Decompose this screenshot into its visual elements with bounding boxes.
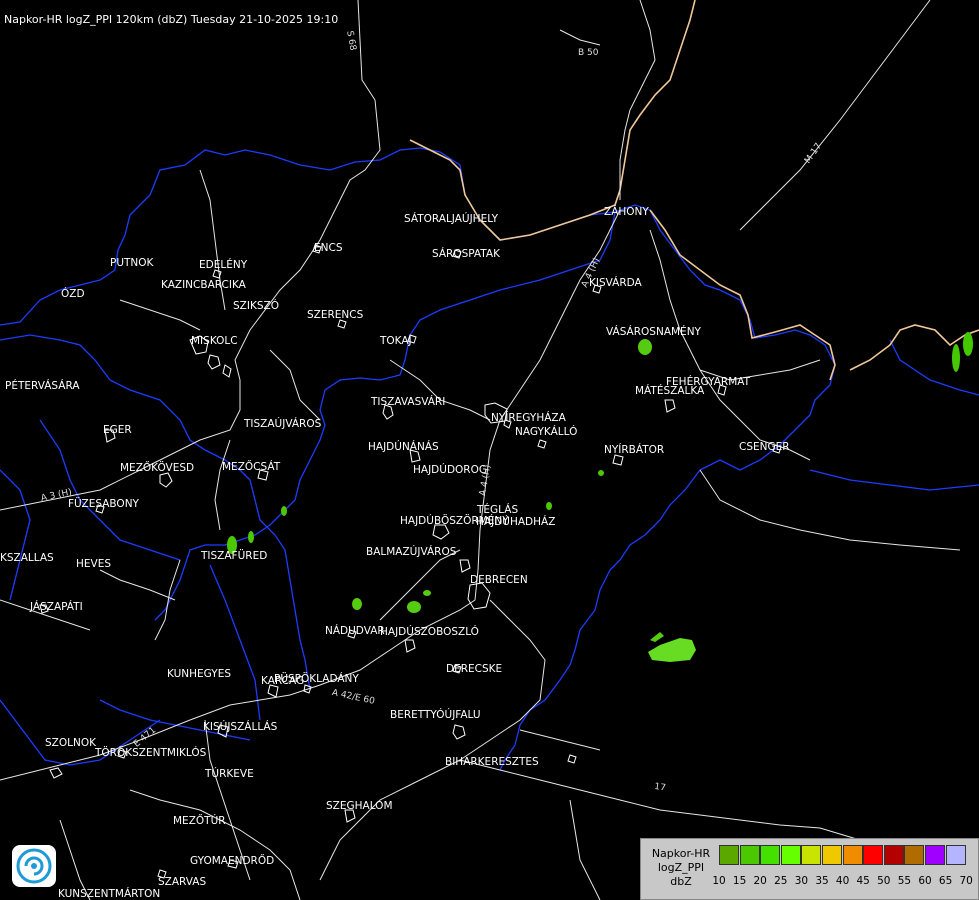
city-label: TISZAÚJVÁROS [244, 418, 322, 430]
city-label: VÁSÁROSNAMÉNY [606, 326, 701, 338]
legend-swatch [760, 845, 781, 865]
city-label: BALMAZÚJVÁROS [366, 546, 457, 558]
city-label: KISVÁRDA [589, 277, 642, 289]
legend-tick: 10 [712, 875, 726, 887]
legend-swatch [842, 845, 863, 865]
city-label: NAGYKÁLLÓ [515, 426, 578, 438]
road-label: B 50 [578, 48, 599, 58]
city-label: ENCS [314, 242, 343, 254]
city-label: KUNHEGYES [167, 668, 231, 680]
city-label: TISZAVASVÁRI [371, 396, 446, 408]
legend-tick: 30 [794, 875, 809, 887]
city-label: TÖRÖKSZENTMIKLÓS [95, 747, 207, 759]
city-label: SÁROSPATAK [432, 248, 500, 260]
city-label: ÓZD [61, 288, 85, 300]
city-label: SZIKSZÓ [233, 300, 279, 312]
city-label: HAJDÚSZOBOSZLÓ [380, 626, 479, 638]
city-label: MEZŐCSÁT [222, 461, 281, 473]
city-label: EGER [103, 424, 132, 436]
legend-swatch [904, 845, 925, 865]
city-label: KISÚJSZÁLLÁS [203, 721, 278, 733]
legend-swatch [739, 845, 760, 865]
city-label: SZERENCS [307, 309, 364, 321]
city-label: ZÁHONY [604, 206, 649, 218]
radar-map-view[interactable]: { "title": "Napkor-HR logZ_PPI 120km (db… [0, 0, 979, 900]
city-label: EDELÉNY [199, 259, 248, 271]
city-label: SZEGHALOM [326, 800, 393, 812]
city-label: HAJDÚHADHÁZ [476, 516, 556, 528]
legend-tick: 50 [877, 875, 891, 887]
city-label: JÁSZAPÁTI [30, 601, 83, 613]
legend-tick: 25 [774, 875, 788, 887]
city-label: TISZAFÜRED [201, 550, 268, 562]
legend-swatch [883, 845, 904, 865]
city-label: HAJDÚNÁNÁS [368, 441, 439, 453]
city-label: KAZINCBARCIKA [161, 279, 246, 291]
city-label: FÜZESABONY [68, 498, 139, 510]
city-label: BERETTYÓÚJFALU [390, 709, 481, 721]
legend-title-line2: logZ_PPI [657, 861, 705, 874]
legend-swatch [719, 845, 739, 865]
city-label: HEVES [76, 558, 112, 570]
road-label: 17 [653, 782, 667, 794]
legend-tick: 15 [732, 875, 747, 887]
legend-tick: 40 [835, 875, 850, 887]
city-label: PÜSPÖKLADÁNY [274, 673, 359, 685]
city-label: NYÍREGYHÁZA [491, 412, 566, 424]
legend-swatch [925, 845, 945, 865]
city-label: TOKAJ [380, 335, 412, 347]
city-label: NÁDUDVAR [325, 625, 385, 637]
city-label: BIHARKERESZTES [445, 756, 539, 768]
map-title: Napkor-HR logZ_PPI 120km (dbZ) Tuesday 2… [4, 13, 339, 26]
city-label: SÁTORALJAÚJHELY [404, 213, 499, 225]
city-label: MÁTÉSZALKA [635, 385, 705, 397]
legend-tick: 45 [856, 875, 870, 887]
city-label: TÚRKEVE [205, 768, 254, 780]
city-label: SZOLNOK [45, 737, 96, 749]
city-label: KSZALLAS [0, 552, 54, 564]
legend-swatch [822, 845, 842, 865]
city-label: DERECSKE [446, 663, 503, 675]
legend-swatch [945, 845, 966, 865]
city-label: MEZŐTÚR [173, 815, 226, 827]
dbz-legend: Napkor-HR logZ_PPI dbZ 10 15 20 25 30 35 40 45 5… [640, 838, 979, 900]
city-label: PÉTERVÁSÁRA [5, 380, 80, 392]
legend-tick: 55 [897, 875, 912, 887]
city-label: MEZŐKÖVESD [120, 462, 195, 474]
legend-tick: 70 [959, 875, 973, 887]
legend-tick: 35 [815, 875, 829, 887]
legend-tick: 65 [938, 875, 953, 887]
legend-title-line1: Napkor-HR [651, 847, 711, 860]
river-lines [0, 147, 979, 771]
city-label: SZARVAS [158, 876, 207, 888]
city-label: KUNSZENTMÁRTON [58, 888, 161, 900]
city-label: HAJDÚDOROG [413, 464, 487, 476]
legend-title-line3: dbZ [670, 875, 692, 888]
city-label: DEBRECEN [470, 574, 528, 586]
weather-service-logo-icon [12, 845, 56, 887]
city-label: NYÍRBÁTOR [604, 444, 665, 456]
legend-tick: 20 [753, 875, 767, 887]
legend-tick: 60 [918, 875, 932, 887]
legend-swatch [801, 845, 822, 865]
state-border [409, 0, 979, 381]
legend-swatch [780, 845, 801, 865]
city-label: CSENGER [739, 441, 790, 453]
legend-title: Napkor-HR logZ_PPI dbZ [647, 847, 715, 889]
legend-swatch [863, 845, 884, 865]
city-label: PUTNOK [110, 257, 154, 269]
city-label: GYOMAENDRŐD [190, 855, 275, 867]
city-label: MISKOLC [191, 335, 238, 347]
